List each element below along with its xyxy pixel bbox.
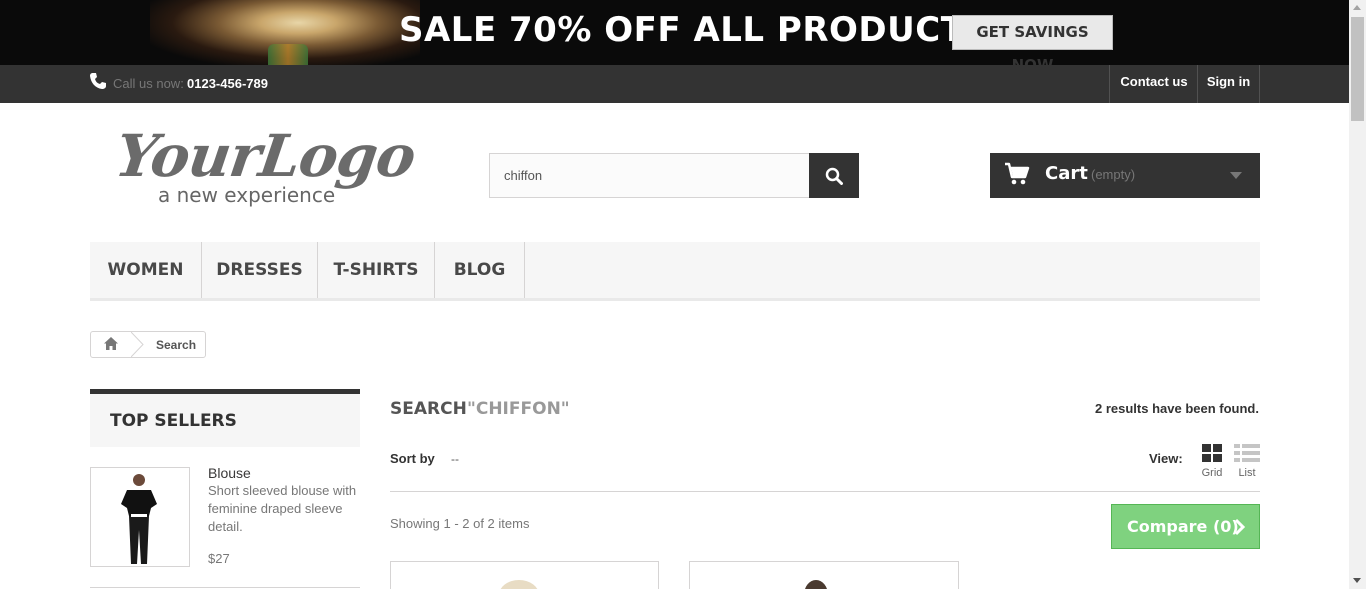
content-divider [390,491,1260,492]
scroll-up-arrow-icon[interactable] [1353,5,1361,10]
showing-items-text: Showing 1 - 2 of 2 items [390,516,530,531]
cart-label: Cart [1045,163,1088,184]
sidebar-divider [90,587,360,588]
top-sellers-title: TOP SELLERS [110,411,237,431]
logo-wordmark: YourLogo [111,122,420,190]
page-title: SEARCH [390,399,467,419]
chevron-down-icon [1230,172,1242,179]
breadcrumb: Search [90,331,206,358]
view-list-label: List [1238,467,1256,479]
menu-item-dresses[interactable]: DRESSES [202,242,318,298]
product-description: Short sleeved blouse with feminine drape… [208,483,357,534]
logo-tagline: a new experience [158,183,336,207]
grid-icon [1202,444,1222,462]
breadcrumb-separator [131,332,144,357]
search-input[interactable] [490,154,810,197]
promo-banner[interactable]: SALE 70% OFF ALL PRODUCTS GET SAVINGS NO… [0,0,1349,65]
view-grid-label: Grid [1201,467,1223,479]
phone-number: 0123-456-789 [187,76,268,91]
compare-label: Compare (0) [1127,517,1239,536]
scroll-thumb[interactable] [1351,17,1364,121]
menu-item-blog[interactable]: BLOG [435,242,525,298]
compare-button[interactable]: Compare (0) [1111,504,1260,549]
view-label: View: [1149,451,1183,466]
product-card[interactable] [689,561,959,589]
menu-item-tshirts[interactable]: T-SHIRTS [318,242,435,298]
breadcrumb-current: Search [156,338,197,352]
search-icon [825,167,843,185]
cart-button[interactable]: Cart (empty) [990,153,1260,198]
contact-us-link[interactable]: Contact us [1109,65,1198,103]
banner-model-image [150,0,420,65]
page: SALE 70% OFF ALL PRODUCTS GET SAVINGS NO… [0,0,1349,589]
breadcrumb-home[interactable] [91,332,131,357]
call-us-label: Call us now: [113,76,184,91]
search-box [489,153,810,198]
view-list-button[interactable]: List [1234,444,1260,482]
product-price: $27 [208,551,230,566]
banner-headline: SALE 70% OFF ALL PRODUCTS [399,10,990,50]
product-card[interactable] [390,561,659,589]
menu-item-women[interactable]: WOMEN [90,242,202,298]
top-sellers-heading[interactable]: TOP SELLERS [90,389,360,447]
product-image [804,580,828,589]
phone-icon [90,73,106,89]
page-scrollbar[interactable] [1349,0,1366,589]
sign-in-link[interactable]: Sign in [1197,65,1260,103]
search-button[interactable] [809,153,859,198]
product-thumbnail[interactable] [90,467,190,567]
site-logo[interactable]: YourLogo a new experience [111,122,419,214]
main-menu: WOMEN DRESSES T-SHIRTS BLOG [90,242,1260,301]
cart-icon [1005,162,1030,185]
cart-status: (empty) [1091,167,1136,182]
search-term: "CHIFFON" [467,399,570,419]
sort-by-label: Sort by [390,451,435,466]
scroll-down-arrow-icon[interactable] [1353,578,1361,583]
blouse-image [121,474,157,564]
product-image [499,580,539,589]
get-savings-button[interactable]: GET SAVINGS NOW [952,15,1113,65]
chevron-right-icon [1234,518,1246,536]
home-icon [104,337,118,350]
view-grid-button[interactable]: Grid [1200,444,1224,482]
product-name-link[interactable]: Blouse [208,465,251,481]
top-navbar: Call us now: 0123-456-789 Contact us Sig… [0,65,1349,103]
sort-by-select[interactable]: -- [451,452,459,466]
results-count: 2 results have been found. [1095,401,1259,416]
list-icon [1234,444,1260,462]
